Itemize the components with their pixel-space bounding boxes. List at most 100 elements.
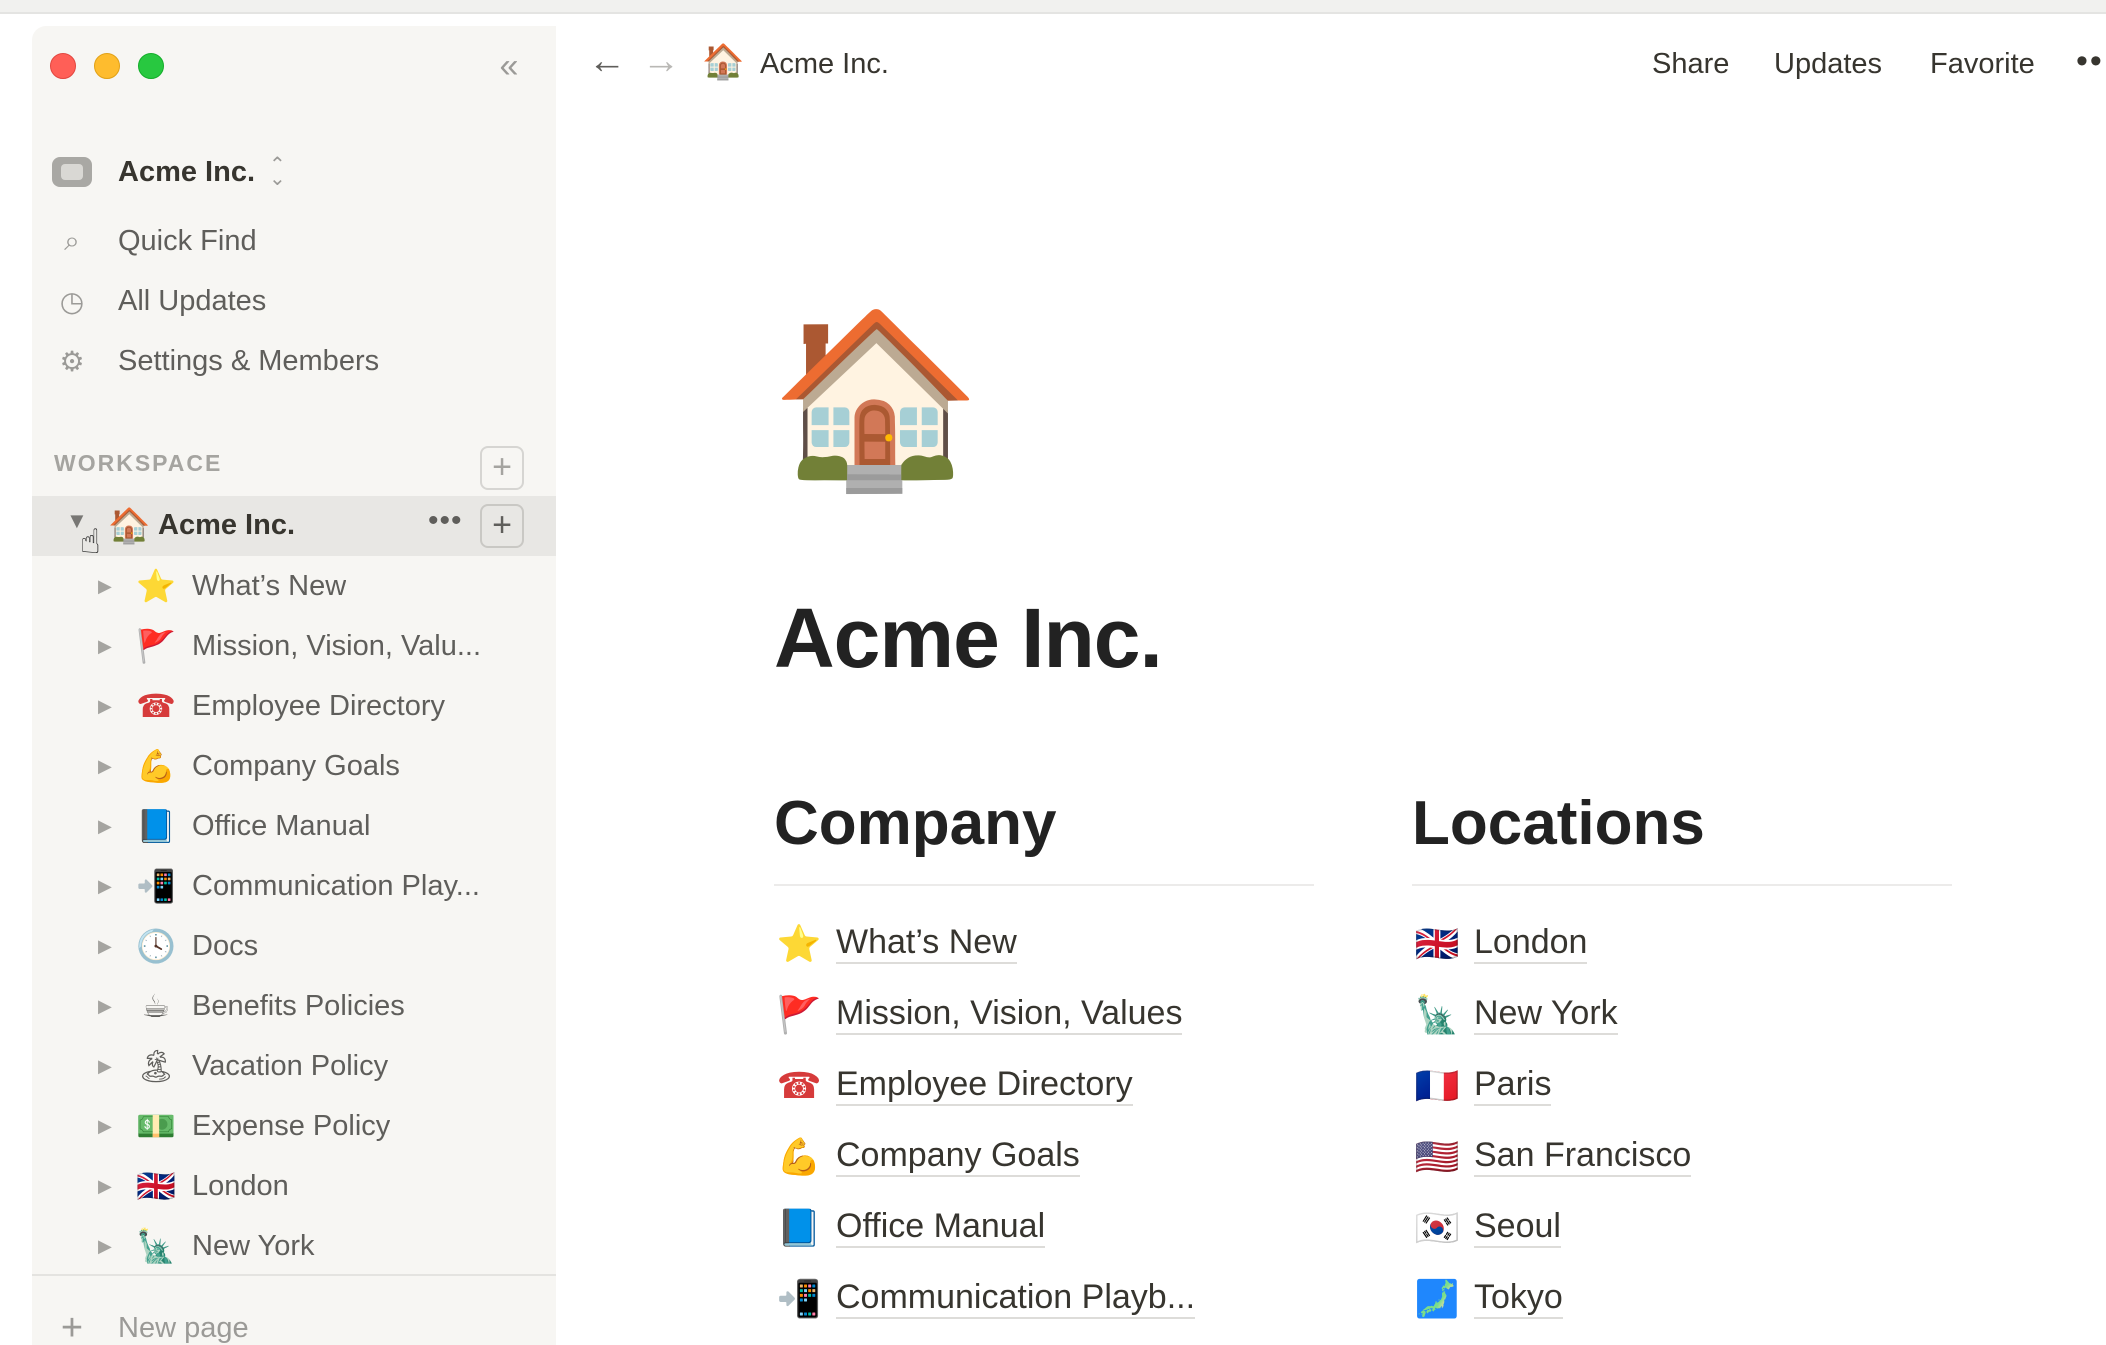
expand-arrow-icon[interactable]: ▶ <box>98 1116 128 1137</box>
expand-arrow-icon[interactable]: ▶ <box>98 816 128 837</box>
sidebar-item-office-manual[interactable]: ▶ 📘 Office Manual <box>32 796 556 856</box>
more-options-icon[interactable]: •• <box>2076 42 2104 81</box>
sidebar-item-new-york[interactable]: ▶ 🗽 New York <box>32 1216 556 1276</box>
japan-map-icon: 🗾 <box>1414 1277 1460 1319</box>
link-label: New York <box>1474 994 1618 1036</box>
add-workspace-page-button[interactable]: + <box>480 446 524 490</box>
breadcrumb[interactable]: Acme Inc. <box>760 48 889 81</box>
sidebar-item-expense[interactable]: ▶ 💵 Expense Policy <box>32 1096 556 1156</box>
expand-arrow-icon[interactable]: ▶ <box>98 1236 128 1257</box>
flexed-biceps-icon: 💪 <box>136 748 176 784</box>
divider <box>32 1274 556 1276</box>
link-paris[interactable]: 🇫🇷 Paris <box>1412 1050 1952 1121</box>
sidebar-item-acme-inc[interactable]: ▼ 🏠 ☝ Acme Inc. ••• + <box>32 496 556 561</box>
zoom-window-button[interactable] <box>138 53 164 79</box>
quick-find-button[interactable]: ⌕ Quick Find <box>52 214 256 268</box>
updates-button[interactable]: Updates <box>1774 48 1882 81</box>
mobile-phone-icon: 📲 <box>776 1277 822 1319</box>
sidebar-item-benefits[interactable]: ▶ ☕ Benefits Policies <box>32 976 556 1036</box>
plus-icon: + <box>60 1306 84 1345</box>
close-window-button[interactable] <box>50 53 76 79</box>
divider <box>774 884 1314 886</box>
link-mission[interactable]: 🚩 Mission, Vision, Values <box>774 979 1314 1050</box>
money-icon: 💵 <box>136 1108 176 1144</box>
workspace-avatar-icon <box>52 157 92 187</box>
flag-icon: 🚩 <box>776 993 822 1035</box>
window-top-edge <box>0 0 2106 14</box>
sidebar-item-label: Mission, Vision, Valu... <box>192 629 482 662</box>
link-new-york[interactable]: 🗽 New York <box>1412 979 1952 1050</box>
link-label: San Francisco <box>1474 1136 1692 1178</box>
gear-icon: ⚙ <box>59 345 85 377</box>
favorite-button[interactable]: Favorite <box>1930 48 2035 81</box>
statue-of-liberty-icon: 🗽 <box>136 1228 176 1264</box>
star-icon: ⭐ <box>776 922 822 964</box>
link-seoul[interactable]: 🇰🇷 Seoul <box>1412 1192 1952 1263</box>
page-icon-house[interactable]: 🏠 <box>770 314 982 484</box>
expand-arrow-icon[interactable]: ▶ <box>98 1056 128 1077</box>
link-office-manual[interactable]: 📘 Office Manual <box>774 1192 1314 1263</box>
sidebar-item-mission[interactable]: ▶ 🚩 Mission, Vision, Valu... <box>32 616 556 676</box>
link-tokyo[interactable]: 🗾 Tokyo <box>1412 1263 1952 1334</box>
link-employee-directory[interactable]: ☎ Employee Directory <box>774 1050 1314 1121</box>
settings-members-button[interactable]: ⚙ Settings & Members <box>52 334 379 388</box>
clock-icon: ◷ <box>59 285 85 317</box>
locations-heading: Locations <box>1412 789 1705 858</box>
new-page-button[interactable]: + New page <box>52 1300 249 1345</box>
share-button[interactable]: Share <box>1652 48 1729 81</box>
sidebar-item-communication[interactable]: ▶ 📲 Communication Play... <box>32 856 556 916</box>
clock-icon: 🕓 <box>136 928 176 964</box>
expand-arrow-icon[interactable]: ▶ <box>98 1176 128 1197</box>
settings-members-label: Settings & Members <box>118 344 380 377</box>
collapse-sidebar-icon[interactable]: « <box>484 46 528 86</box>
link-label: Paris <box>1474 1065 1552 1107</box>
sidebar-item-vacation[interactable]: ▶ 🏝 Vacation Policy <box>32 1036 556 1096</box>
sidebar-item-label: Docs <box>192 929 259 962</box>
link-communication[interactable]: 📲 Communication Playb... <box>774 1263 1314 1334</box>
expand-arrow-icon[interactable]: ▶ <box>98 696 128 717</box>
sidebar-item-employee-directory[interactable]: ▶ ☎ Employee Directory <box>32 676 556 736</box>
workspace-section-label: WORKSPACE <box>54 450 223 476</box>
new-page-label: New page <box>118 1311 249 1344</box>
link-label: Employee Directory <box>836 1065 1133 1107</box>
telephone-icon: ☎ <box>776 1064 822 1106</box>
forward-arrow-icon[interactable]: → <box>642 40 680 83</box>
expand-arrow-icon[interactable]: ▶ <box>98 936 128 957</box>
top-bar: ← → 🏠 Acme Inc. Share Updates Favorite •… <box>556 26 2106 102</box>
page-title[interactable]: Acme Inc. <box>774 590 1163 687</box>
blue-book-icon: 📘 <box>776 1206 822 1248</box>
add-subpage-button[interactable]: + <box>480 504 524 548</box>
sidebar-item-whats-new[interactable]: ▶ ⭐ What’s New <box>32 556 556 616</box>
minimize-window-button[interactable] <box>94 53 120 79</box>
uk-flag-icon: 🇬🇧 <box>136 1168 176 1204</box>
coffee-icon: ☕ <box>141 988 171 1024</box>
all-updates-button[interactable]: ◷ All Updates <box>52 274 267 328</box>
page-tree: ▶ ⭐ What’s New ▶ 🚩 Mission, Vision, Valu... … <box>32 556 556 1276</box>
link-san-francisco[interactable]: 🇺🇸 San Francisco <box>1412 1121 1952 1192</box>
expand-arrow-icon[interactable]: ▶ <box>98 576 128 597</box>
link-label: Seoul <box>1474 1207 1561 1249</box>
link-label: Mission, Vision, Values <box>836 994 1183 1036</box>
divider <box>1412 884 1952 886</box>
link-london[interactable]: 🇬🇧 London <box>1412 908 1952 979</box>
expand-arrow-icon[interactable]: ▶ <box>98 756 128 777</box>
flexed-biceps-icon: 💪 <box>776 1135 822 1177</box>
sidebar-item-london[interactable]: ▶ 🇬🇧 London <box>32 1156 556 1216</box>
link-whats-new[interactable]: ⭐ What’s New <box>774 908 1314 979</box>
expand-arrow-icon[interactable]: ▶ <box>98 996 128 1017</box>
sidebar-item-label: Vacation Policy <box>192 1049 389 1082</box>
more-options-icon[interactable]: ••• <box>428 504 463 538</box>
sidebar-item-company-goals[interactable]: ▶ 💪 Company Goals <box>32 736 556 796</box>
sidebar-item-label: Acme Inc. <box>158 509 295 541</box>
sidebar-item-docs[interactable]: ▶ 🕓 Docs <box>32 916 556 976</box>
statue-of-liberty-icon: 🗽 <box>1414 993 1460 1035</box>
sidebar-item-label: What’s New <box>192 569 347 602</box>
expand-arrow-icon[interactable]: ▶ <box>98 876 128 897</box>
workspace-switcher[interactable]: Acme Inc. ⌃ ⌄ <box>52 144 286 200</box>
sidebar: « Acme Inc. ⌃ ⌄ ⌕ Quick Find ◷ All Update… <box>32 26 556 1345</box>
link-company-goals[interactable]: 💪 Company Goals <box>774 1121 1314 1192</box>
back-arrow-icon[interactable]: ← <box>588 40 626 83</box>
island-icon: 🏝 <box>135 1048 177 1084</box>
expand-arrow-icon[interactable]: ▶ <box>98 636 128 657</box>
telephone-icon: ☎ <box>136 688 176 724</box>
